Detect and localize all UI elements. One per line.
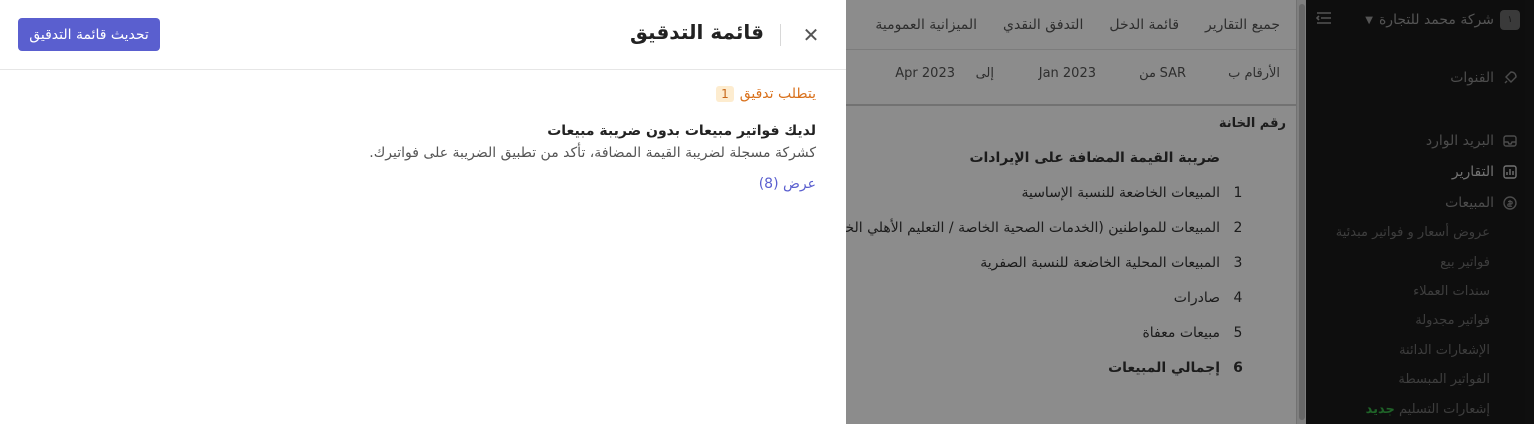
count-badge: 1 [716,86,734,102]
modal-backdrop[interactable] [846,0,1534,424]
view-invoices-link[interactable]: عرض (8) [759,176,816,192]
refresh-checklist-button[interactable]: تحديث قائمة التدقيق [18,18,160,51]
section-label: يتطلب تدقيق [739,86,816,102]
audit-checklist-panel: ✕ قائمة التدقيق تحديث قائمة التدقيق يتطل… [0,0,846,424]
needs-review-section: يتطلب تدقيق 1 [716,86,816,102]
header-divider [780,24,781,46]
close-icon[interactable]: ✕ [800,23,822,47]
panel-header: ✕ قائمة التدقيق تحديث قائمة التدقيق [0,0,846,70]
checklist-item-title: لديك فواتير مبيعات بدون ضريبة مبيعات [547,123,816,139]
checklist-item-description: كشركة مسجلة لضريبة القيمة المضافة، تأكد … [369,145,816,161]
panel-title: قائمة التدقيق [630,20,764,44]
